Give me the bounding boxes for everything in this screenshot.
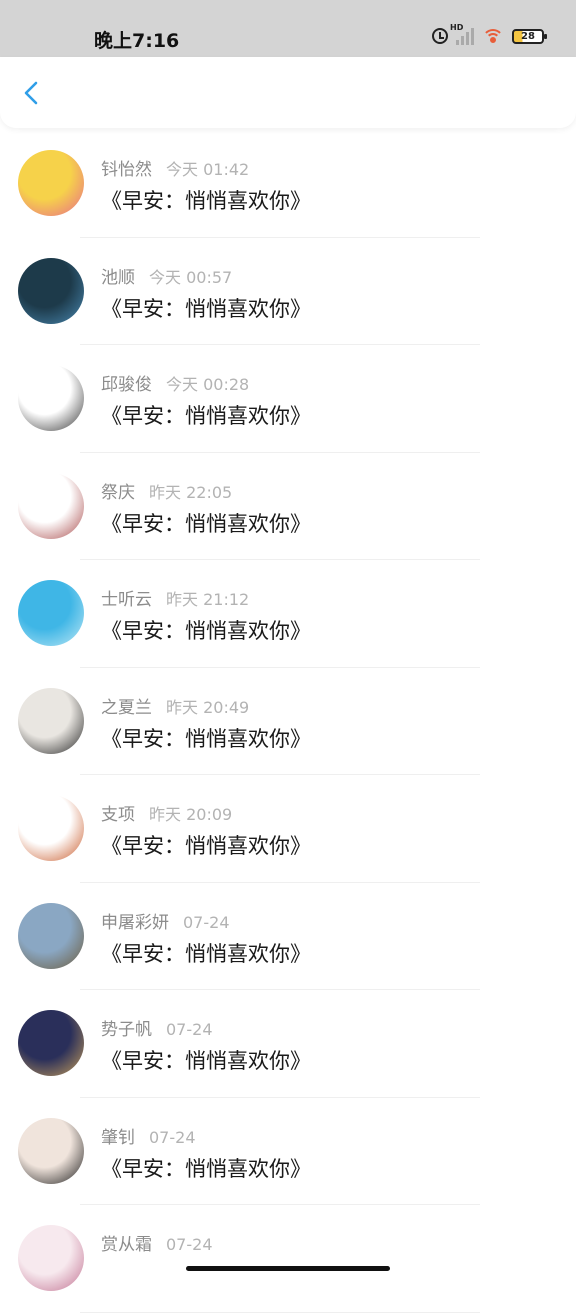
wifi-icon <box>482 27 504 45</box>
list-item[interactable]: 池顺 今天 00:57 《早安：悄悄喜欢你》 <box>0 238 576 345</box>
avatar[interactable] <box>18 902 84 969</box>
chevron-left-icon <box>24 81 38 105</box>
signal-icon: HD <box>450 23 474 45</box>
message-text: 《早安：悄悄喜欢你》 <box>101 834 311 858</box>
message-text: 《早安：悄悄喜欢你》 <box>101 941 311 966</box>
divider <box>80 1311 480 1313</box>
list-item[interactable]: 赏从霜 07-24 <box>0 1205 576 1313</box>
avatar[interactable] <box>18 1225 84 1291</box>
avatar[interactable] <box>18 257 84 324</box>
message-text: 《早安：悄悄喜欢你》 <box>101 511 311 536</box>
status-icons: HD 28 <box>432 23 547 45</box>
sender-name-text: 申屠彩妍 <box>101 912 169 933</box>
avatar[interactable] <box>18 472 84 539</box>
sender-name-text: 邱骏俊 <box>101 375 152 395</box>
sender-name: 祭庆 昨天 22:05 <box>101 478 232 503</box>
sender-name-text: 钭怡然 <box>101 160 152 180</box>
message-time: 07-24 <box>166 1235 213 1254</box>
sender-name: 池顺 今天 00:57 <box>101 263 232 288</box>
status-bar: 晚上7:16 HD 28 <box>0 0 576 57</box>
list-item[interactable]: 支项 昨天 20:09 《早安：悄悄喜欢你》 <box>0 775 576 883</box>
alarm-icon <box>432 28 448 44</box>
avatar[interactable] <box>18 580 84 646</box>
avatar[interactable] <box>18 795 84 861</box>
sender-name-text: 肇钊 <box>101 1127 135 1148</box>
list-item[interactable]: 士听云 昨天 21:12 《早安：悄悄喜欢你》 <box>0 560 576 668</box>
list-item[interactable]: 之夏兰 昨天 20:49 《早安：悄悄喜欢你》 <box>0 668 576 775</box>
avatar[interactable] <box>18 365 84 431</box>
message-text: 《早安：悄悄喜欢你》 <box>101 1049 311 1073</box>
sender-name: 支项 昨天 20:09 <box>101 800 232 825</box>
list-item[interactable]: 势子帆 07-24 《早安：悄悄喜欢你》 <box>0 990 576 1098</box>
list-item[interactable]: 肇钊 07-24 《早安：悄悄喜欢你》 <box>0 1098 576 1205</box>
sender-name: 势子帆 07-24 <box>101 1015 213 1040</box>
message-time: 07-24 <box>149 1127 196 1147</box>
message-list: 钭怡然 今天 01:42 《早安：悄悄喜欢你》 池顺 今天 00:57 《早安：悄悄喜欢你… <box>0 130 576 1313</box>
sender-name-text: 池顺 <box>101 267 135 288</box>
message-time: 昨天 20:09 <box>149 805 233 824</box>
status-time: 晚上7:16 <box>94 30 180 52</box>
message-time: 今天 00:57 <box>149 267 233 287</box>
sender-name-text: 之夏兰 <box>101 697 152 718</box>
message-text: 《早安：悄悄喜欢你》 <box>101 189 311 213</box>
sender-name: 士听云 昨天 21:12 <box>101 585 249 610</box>
message-time: 07-24 <box>166 1020 213 1039</box>
list-item[interactable]: 祭庆 昨天 22:05 《早安：悄悄喜欢你》 <box>0 453 576 560</box>
message-text: 《早安：悄悄喜欢你》 <box>101 296 311 321</box>
message-time: 昨天 20:49 <box>166 697 250 717</box>
avatar[interactable] <box>18 150 84 216</box>
message-text: 《早安：悄悄喜欢你》 <box>101 619 311 643</box>
message-text: 《早安：悄悄喜欢你》 <box>101 404 311 428</box>
sender-name: 钭怡然 今天 01:42 <box>101 155 249 180</box>
sender-name-text: 祭庆 <box>101 482 135 503</box>
message-text: 《早安：悄悄喜欢你》 <box>101 1156 311 1181</box>
sender-name-text: 士听云 <box>101 590 152 610</box>
sender-name-text: 势子帆 <box>101 1020 152 1040</box>
message-time: 今天 01:42 <box>166 160 250 179</box>
sender-name-text: 支项 <box>101 805 135 825</box>
message-time: 今天 00:28 <box>166 375 250 394</box>
avatar[interactable] <box>18 1010 84 1076</box>
back-button[interactable] <box>14 75 50 111</box>
nav-bar <box>0 57 576 128</box>
message-text: 《早安：悄悄喜欢你》 <box>101 726 311 751</box>
list-item[interactable]: 邱骏俊 今天 00:28 《早安：悄悄喜欢你》 <box>0 345 576 453</box>
avatar[interactable] <box>18 1117 84 1184</box>
message-time: 07-24 <box>183 912 230 932</box>
list-item[interactable]: 申屠彩妍 07-24 《早安：悄悄喜欢你》 <box>0 883 576 990</box>
sender-name: 肇钊 07-24 <box>101 1123 196 1148</box>
network-label: HD <box>450 23 464 32</box>
sender-name: 赏从霜 07-24 <box>101 1230 213 1255</box>
sender-name: 申屠彩妍 07-24 <box>101 908 230 933</box>
list-item[interactable]: 钭怡然 今天 01:42 《早安：悄悄喜欢你》 <box>0 130 576 238</box>
avatar[interactable] <box>18 687 84 754</box>
home-indicator[interactable] <box>186 1266 390 1271</box>
message-time: 昨天 21:12 <box>166 590 250 609</box>
sender-name: 邱骏俊 今天 00:28 <box>101 370 249 395</box>
sender-name: 之夏兰 昨天 20:49 <box>101 693 249 718</box>
message-time: 昨天 22:05 <box>149 482 233 502</box>
sender-name-text: 赏从霜 <box>101 1235 152 1255</box>
battery-icon: 28 <box>512 28 547 44</box>
